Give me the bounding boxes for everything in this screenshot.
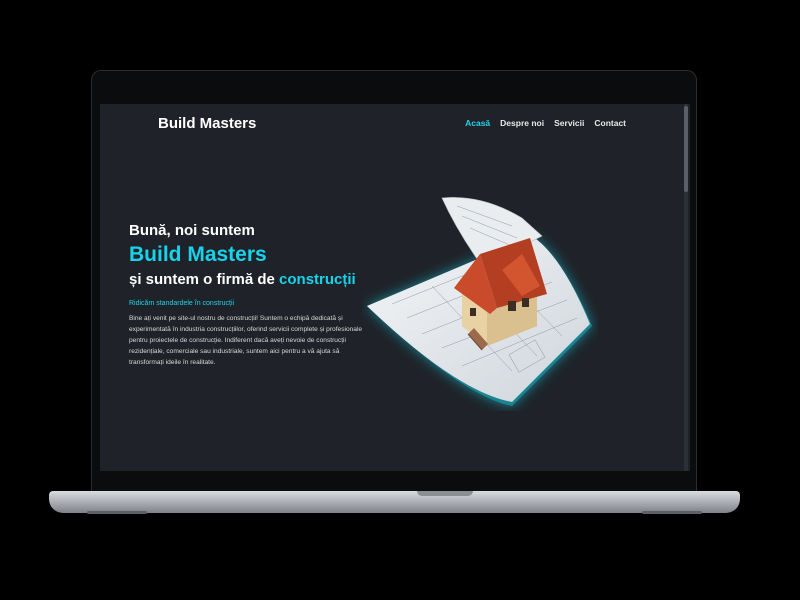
main-nav: Acasă Despre noi Servicii Contact	[465, 118, 626, 128]
hero-paragraph: Bine ați venit pe site-ul nostru de cons…	[129, 315, 363, 366]
laptop-foot	[642, 511, 702, 514]
scrollbar-thumb[interactable]	[684, 106, 688, 192]
hero-tagline: Ridicăm standardele în construcții	[129, 300, 235, 307]
brand-logo[interactable]: Build Masters	[158, 115, 256, 132]
laptop-foot	[87, 511, 147, 514]
nav-item-acasa[interactable]: Acasă	[465, 118, 490, 128]
hero-section: Bună, noi suntem Build Masters și suntem…	[129, 222, 369, 368]
laptop-notch	[417, 491, 473, 496]
nav-item-despre-noi[interactable]: Despre noi	[500, 118, 544, 128]
hero-title: Build Masters	[129, 243, 267, 266]
hero-subtitle-highlight: construcții	[279, 271, 356, 288]
hero-greeting: Bună, noi suntem	[129, 222, 255, 239]
house-blueprint-illustration	[367, 197, 592, 406]
hero-subtitle-prefix: și suntem o firmă de	[129, 271, 280, 288]
nav-item-servicii[interactable]: Servicii	[554, 118, 584, 128]
browser-screen: Build Masters Acasă Despre noi Servicii …	[100, 104, 690, 471]
hero-subtitle: și suntem o firmă de construcții	[129, 271, 369, 288]
nav-item-contact[interactable]: Contact	[594, 118, 626, 128]
laptop-base	[49, 491, 740, 514]
scrollbar[interactable]	[684, 104, 688, 471]
